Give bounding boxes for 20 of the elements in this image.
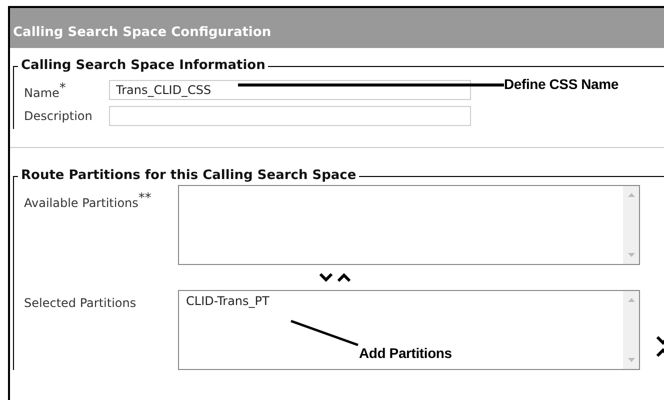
text-field[interactable] [109,106,471,126]
leader-line [290,320,358,346]
field-label: Description [24,109,94,123]
move-up-icon[interactable] [337,273,351,282]
field-label: Selected Partitions [24,295,138,312]
scroll-up-icon[interactable] [628,192,634,197]
scroll-down-icon[interactable] [628,358,634,363]
scrollbar[interactable] [623,291,639,369]
annotation-label: Define CSS Name [504,76,618,92]
move-down-icon[interactable] [319,273,333,282]
page-title: Calling Search Space Configuration [10,8,664,48]
scroll-up-icon[interactable] [628,297,634,302]
section-legend: Calling Search Space Information [18,58,268,73]
section-legend: Route Partitions for this Calling Search Space [18,168,360,183]
scrollbar[interactable] [623,186,639,264]
text-field[interactable]: Trans_CLID_CSS [109,80,471,100]
scroll-down-icon[interactable] [628,253,634,258]
available-partitions-list[interactable] [178,185,640,265]
partition-option[interactable]: CLID-Trans_PT [186,294,270,308]
annotation-label: Add Partitions [359,345,452,361]
